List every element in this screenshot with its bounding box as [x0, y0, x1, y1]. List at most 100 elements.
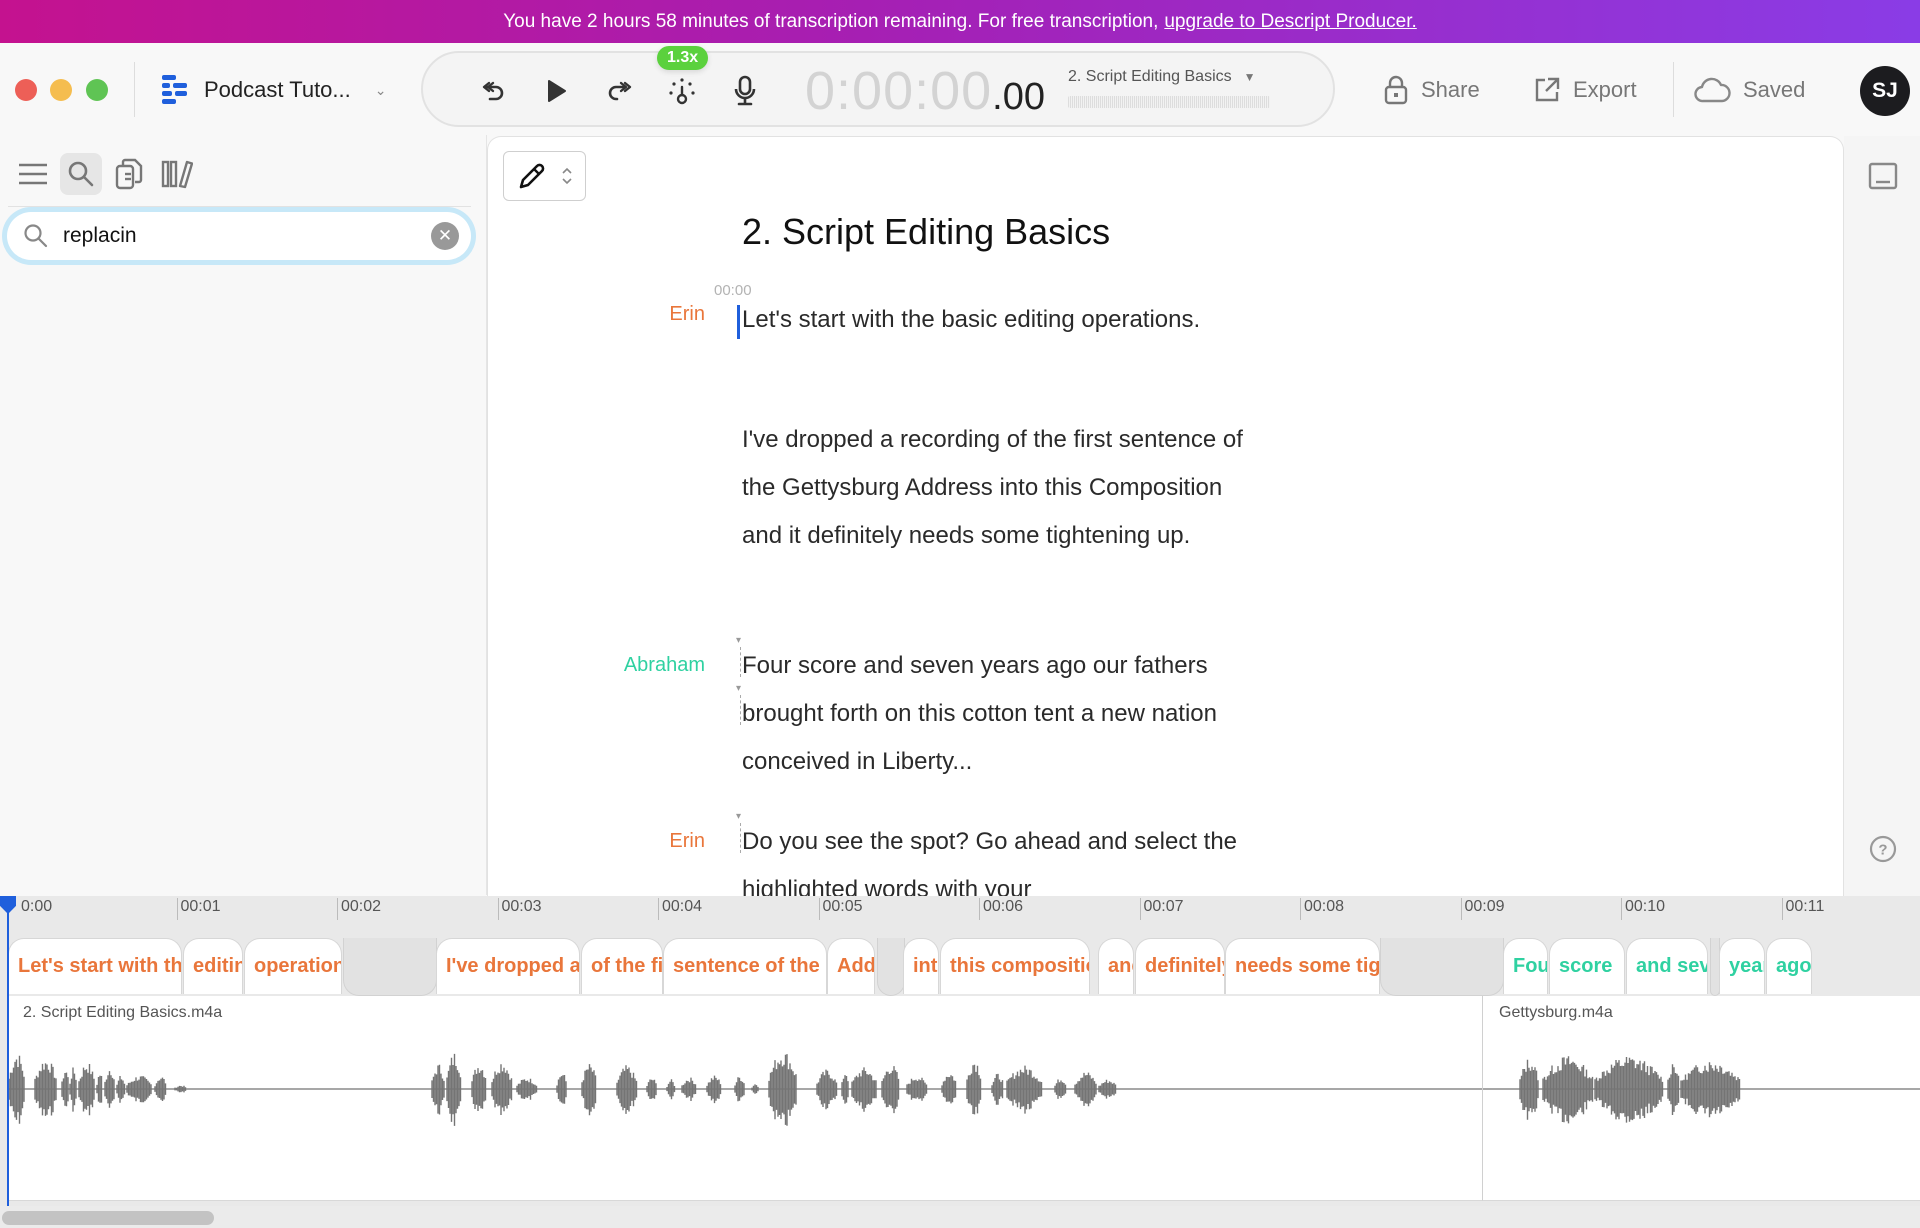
timecode-main: 0:00:00 [805, 61, 993, 121]
banner-message: You have 2 hours 58 minutes of transcrip… [503, 10, 1159, 32]
word-chip[interactable]: needs some tightening [1225, 938, 1380, 994]
silence-gap[interactable] [877, 938, 905, 996]
audio-level-meter [1068, 96, 1270, 108]
save-status: Saved [1693, 72, 1805, 108]
edit-marker[interactable] [736, 635, 741, 677]
word-chip[interactable]: and seven [1626, 938, 1708, 994]
speaker-label[interactable]: Erin [585, 303, 705, 326]
timecode-fraction: .00 [992, 76, 1045, 118]
scrollbar-thumb[interactable] [2, 1211, 214, 1225]
playhead[interactable] [7, 896, 9, 1206]
project-title: Podcast Tuto... [204, 77, 351, 102]
horizontal-scrollbar[interactable] [0, 1206, 1920, 1228]
ruler-tick: 00:11 [1781, 898, 1824, 920]
word-chip[interactable]: Four [1503, 938, 1548, 994]
export-label: Export [1573, 77, 1637, 102]
library-icon [161, 160, 193, 189]
transcript-paragraph[interactable]: Do you see the spot? Go ahead and select… [742, 818, 1262, 896]
playback-speed-badge[interactable]: 1.3x [657, 46, 709, 70]
playback-speed-button[interactable] [666, 75, 698, 107]
waveform [1483, 1056, 1920, 1124]
audio-track[interactable]: 2. Script Editing Basics.m4a [7, 996, 1482, 1201]
chevron-down-icon: ⌄ [374, 81, 387, 98]
word-chip[interactable]: Address [827, 938, 875, 994]
transcript-paragraph[interactable]: Let's start with the basic editing opera… [742, 296, 1262, 344]
tab-compositions[interactable] [108, 153, 150, 195]
microphone-icon [734, 75, 756, 106]
word-chip[interactable]: editing [183, 938, 243, 994]
word-chip[interactable]: score [1549, 938, 1625, 994]
play-button[interactable] [540, 75, 572, 107]
tab-library[interactable] [156, 153, 198, 195]
tab-menu[interactable] [12, 153, 54, 195]
share-button[interactable]: Share [1383, 72, 1480, 108]
ruler-tick: 00:05 [818, 898, 863, 920]
export-button[interactable]: Export [1533, 72, 1637, 108]
word-chip[interactable]: of the first [581, 938, 663, 994]
edit-marker[interactable] [736, 683, 741, 725]
word-chip[interactable]: and [1098, 938, 1134, 994]
edit-marker[interactable] [736, 811, 741, 853]
search-icon [24, 224, 48, 248]
panel-toggle-icon [1868, 162, 1898, 190]
cloud-icon [1694, 77, 1731, 103]
forward-button[interactable] [603, 75, 635, 107]
speaker-label[interactable]: Abraham [585, 654, 705, 677]
waveform-path [8, 1053, 1117, 1126]
saved-label: Saved [1743, 77, 1806, 102]
rewind-button[interactable] [477, 75, 509, 107]
word-chip[interactable]: into [903, 938, 939, 994]
forward-icon [608, 81, 632, 101]
search-input[interactable] [63, 224, 417, 248]
project-selector[interactable]: Podcast Tuto... ⌄ [160, 72, 386, 108]
search-field-focus-ring: ✕ [2, 207, 476, 265]
word-chip[interactable]: this composition [940, 938, 1090, 994]
word-chip[interactable]: Let's start with the [8, 938, 182, 994]
transcript-paragraph[interactable]: Four score and seven years ago our fathe… [742, 642, 1262, 786]
window-zoom-button[interactable] [86, 79, 108, 101]
search-icon [68, 161, 94, 187]
time-ruler[interactable]: 0:00 00:01 00:02 00:03 00:04 00:05 00:06 00:07 0… [0, 896, 1920, 938]
word-chip[interactable]: I've dropped a [436, 938, 580, 994]
ruler-tick: 00:01 [176, 898, 221, 920]
user-avatar[interactable]: SJ [1860, 66, 1910, 116]
documents-icon [115, 158, 143, 190]
ruler-tick: 00:06 [979, 898, 1023, 920]
help-button[interactable]: ? [1868, 834, 1898, 864]
upgrade-link[interactable]: upgrade to Descript Producer. [1164, 11, 1416, 33]
word-chip[interactable]: sentence of the [663, 938, 827, 994]
word-chip[interactable]: definitely [1135, 938, 1225, 994]
pencil-icon [519, 163, 544, 189]
right-rail: ? [1844, 136, 1920, 896]
script-editor[interactable]: 2. Script Editing Basics 00:00 Erin Let'… [487, 136, 1844, 896]
audio-track[interactable]: Gettysburg.m4a [1482, 996, 1920, 1201]
toggle-panel-button[interactable] [1868, 162, 1898, 190]
ruler-tick: 00:08 [1300, 898, 1344, 920]
window-minimize-button[interactable] [50, 79, 72, 101]
left-panel: ✕ [0, 135, 487, 895]
word-chip[interactable]: ago [1766, 938, 1812, 994]
tab-search[interactable] [60, 153, 102, 195]
hamburger-menu-icon [19, 163, 47, 185]
ruler-tick: 00:03 [497, 898, 542, 920]
clear-search-button[interactable]: ✕ [431, 222, 459, 250]
word-bar: Let's start with theeditingoperations. I'… [0, 936, 1920, 996]
share-label: Share [1421, 77, 1480, 102]
ruler-tick: 00:02 [337, 898, 381, 920]
silence-gap[interactable] [343, 938, 437, 996]
word-chip[interactable]: operations. [244, 938, 342, 994]
word-chip[interactable]: years [1719, 938, 1765, 994]
speaker-label[interactable]: Erin [585, 830, 705, 853]
search-field: ✕ [7, 212, 471, 260]
timeline: 0:00 00:01 00:02 00:03 00:04 00:05 00:06 00:07 0… [0, 896, 1920, 1228]
edit-mode-selector[interactable] [503, 151, 586, 201]
window-close-button[interactable] [15, 79, 37, 101]
ruler-tick: 00:04 [658, 898, 702, 920]
toolbar-divider [1673, 62, 1674, 117]
text-cursor [737, 305, 740, 339]
composition-selector[interactable]: 2. Script Editing Basics ▼ [1068, 68, 1256, 86]
silence-gap[interactable] [1380, 938, 1504, 996]
record-button[interactable] [729, 75, 761, 107]
transcript-paragraph[interactable]: I've dropped a recording of the first se… [742, 416, 1262, 560]
ruler-tick: 00:09 [1460, 898, 1505, 920]
